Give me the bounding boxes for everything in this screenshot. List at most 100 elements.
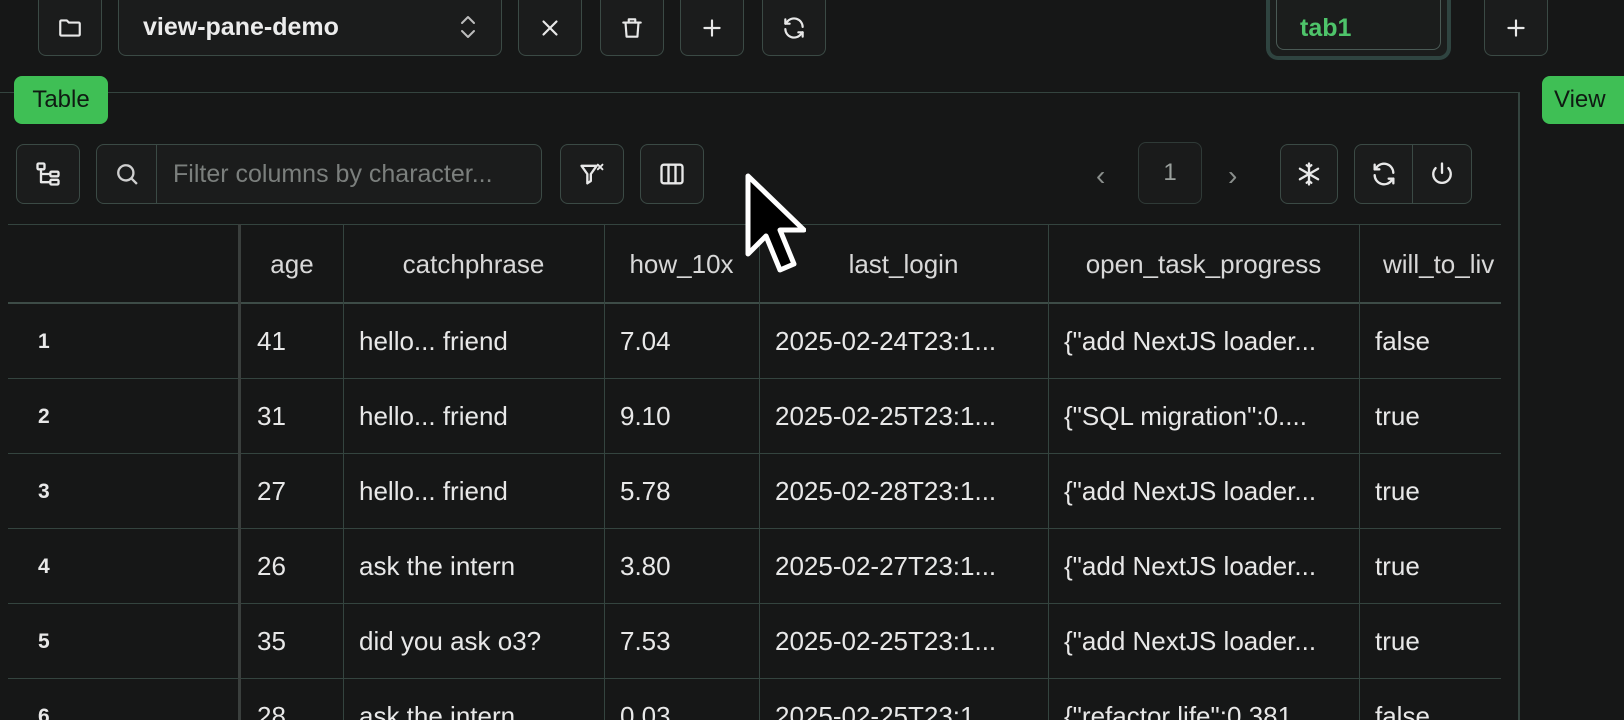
- refresh-button[interactable]: [1355, 145, 1413, 203]
- cell-last-login[interactable]: 2025-02-24T23:1...: [759, 304, 1048, 379]
- refresh-power-group: [1354, 144, 1472, 204]
- cell-age[interactable]: 26: [241, 529, 343, 604]
- header-open-task-progress[interactable]: open_task_progress: [1048, 225, 1359, 303]
- table-tag: Table: [14, 76, 108, 124]
- cell-catchphrase[interactable]: ask the intern: [343, 529, 604, 604]
- row-index: 6: [38, 704, 50, 720]
- clear-filter-button[interactable]: [560, 144, 624, 204]
- page-number[interactable]: 1: [1138, 142, 1202, 204]
- cell-will-to-live[interactable]: true: [1359, 379, 1501, 454]
- cell-age[interactable]: 28: [241, 679, 343, 720]
- header-will-to-live[interactable]: will_to_liv: [1359, 225, 1501, 303]
- columns-icon: [660, 163, 684, 185]
- search-icon-wrap: [97, 145, 157, 203]
- add-button[interactable]: [680, 0, 744, 56]
- refresh-icon: [784, 16, 804, 39]
- cell-open-task-progress[interactable]: {"add NextJS loader...: [1048, 304, 1359, 379]
- power-icon: [1432, 162, 1452, 184]
- close-icon: [542, 19, 558, 36]
- folder-button[interactable]: [38, 0, 102, 56]
- table-row: 1 41 hello... friend 7.04 2025-02-24T23:…: [8, 304, 1501, 379]
- header-catchphrase[interactable]: catchphrase: [343, 225, 604, 303]
- data-table: age catchphrase how_10x last_login open_…: [8, 224, 1501, 720]
- cell-last-login[interactable]: 2025-02-25T23:1...: [759, 679, 1048, 720]
- close-button[interactable]: [518, 0, 582, 56]
- row-index: 3: [38, 479, 50, 503]
- plus-icon: [1507, 18, 1525, 37]
- cell-age[interactable]: 31: [241, 379, 343, 454]
- cell-catchphrase[interactable]: ask the intern: [343, 679, 604, 720]
- add-tab-button[interactable]: [1484, 0, 1548, 56]
- header-age[interactable]: age: [241, 225, 343, 303]
- table-row: 2 31 hello... friend 9.10 2025-02-25T23:…: [8, 379, 1501, 454]
- cell-catchphrase[interactable]: did you ask o3?: [343, 604, 604, 679]
- power-button[interactable]: [1413, 145, 1471, 203]
- cell-open-task-progress[interactable]: {"add NextJS loader...: [1048, 529, 1359, 604]
- table-row: 3 27 hello... friend 5.78 2025-02-28T23:…: [8, 454, 1501, 529]
- index-column-divider[interactable]: [238, 224, 241, 720]
- tree-view-button[interactable]: [16, 144, 80, 204]
- cell-how-10x[interactable]: 7.04: [604, 304, 759, 379]
- view-select[interactable]: view-pane-demo: [118, 0, 502, 56]
- column-divider[interactable]: [1048, 224, 1049, 720]
- cell-catchphrase[interactable]: hello... friend: [343, 454, 604, 529]
- columns-button[interactable]: [640, 144, 704, 204]
- filter-input[interactable]: [159, 147, 535, 201]
- pane-right-border: [1518, 92, 1520, 720]
- column-divider[interactable]: [759, 224, 760, 720]
- plus-icon: [703, 18, 721, 37]
- table-row: 5 35 did you ask o3? 7.53 2025-02-25T23:…: [8, 604, 1501, 679]
- view-select-value: view-pane-demo: [143, 13, 339, 41]
- cell-catchphrase[interactable]: hello... friend: [343, 304, 604, 379]
- table-row: 4 26 ask the intern 3.80 2025-02-27T23:1…: [8, 529, 1501, 604]
- cell-how-10x[interactable]: 9.10: [604, 379, 759, 454]
- cell-catchphrase[interactable]: hello... friend: [343, 379, 604, 454]
- cell-open-task-progress[interactable]: {"refactor life":0.381: [1048, 679, 1359, 720]
- folder-icon: [59, 18, 81, 37]
- tab-label: tab1: [1300, 13, 1352, 42]
- cell-will-to-live[interactable]: true: [1359, 529, 1501, 604]
- row-index: 5: [38, 629, 50, 653]
- cell-how-10x[interactable]: 5.78: [604, 454, 759, 529]
- filter-clear-icon: [580, 163, 604, 185]
- cell-last-login[interactable]: 2025-02-28T23:1...: [759, 454, 1048, 529]
- column-divider[interactable]: [604, 224, 605, 720]
- column-divider[interactable]: [343, 224, 344, 720]
- cell-will-to-live[interactable]: false: [1359, 679, 1501, 720]
- table-row: 6 28 ask the intern 0.03 2025-02-25T23:1…: [8, 679, 1501, 720]
- row-index: 1: [38, 329, 50, 353]
- column-filter[interactable]: [96, 144, 542, 204]
- cell-will-to-live[interactable]: true: [1359, 604, 1501, 679]
- cell-how-10x[interactable]: 3.80: [604, 529, 759, 604]
- header-how-10x[interactable]: how_10x: [604, 225, 759, 303]
- freeze-button[interactable]: [1280, 144, 1338, 204]
- cell-open-task-progress[interactable]: {"add NextJS loader...: [1048, 454, 1359, 529]
- tab-tab1[interactable]: tab1: [1266, 0, 1451, 60]
- next-page-button[interactable]: ›: [1228, 160, 1237, 192]
- cell-how-10x[interactable]: 7.53: [604, 604, 759, 679]
- cell-open-task-progress[interactable]: {"add NextJS loader...: [1048, 604, 1359, 679]
- mouse-cursor-icon: [745, 173, 806, 273]
- cell-last-login[interactable]: 2025-02-25T23:1...: [759, 604, 1048, 679]
- row-index: 4: [38, 554, 50, 578]
- view-tag: View: [1542, 76, 1624, 124]
- cell-age[interactable]: 41: [241, 304, 343, 379]
- refresh-button[interactable]: [762, 0, 826, 56]
- prev-page-button[interactable]: ‹: [1096, 160, 1105, 192]
- tree-icon: [36, 162, 60, 186]
- cell-how-10x[interactable]: 0.03: [604, 679, 759, 720]
- cell-open-task-progress[interactable]: {"SQL migration":0....: [1048, 379, 1359, 454]
- cell-age[interactable]: 27: [241, 454, 343, 529]
- cell-last-login[interactable]: 2025-02-27T23:1...: [759, 529, 1048, 604]
- chevrons-updown-icon: [461, 16, 475, 38]
- cell-last-login[interactable]: 2025-02-25T23:1...: [759, 379, 1048, 454]
- pane-top-border: [0, 92, 1520, 93]
- delete-button[interactable]: [600, 0, 664, 56]
- cell-will-to-live[interactable]: false: [1359, 304, 1501, 379]
- cell-will-to-live[interactable]: true: [1359, 454, 1501, 529]
- trash-icon: [622, 17, 642, 38]
- column-divider[interactable]: [1359, 224, 1360, 720]
- header-index: [8, 225, 238, 303]
- cell-age[interactable]: 35: [241, 604, 343, 679]
- row-index: 2: [38, 404, 50, 428]
